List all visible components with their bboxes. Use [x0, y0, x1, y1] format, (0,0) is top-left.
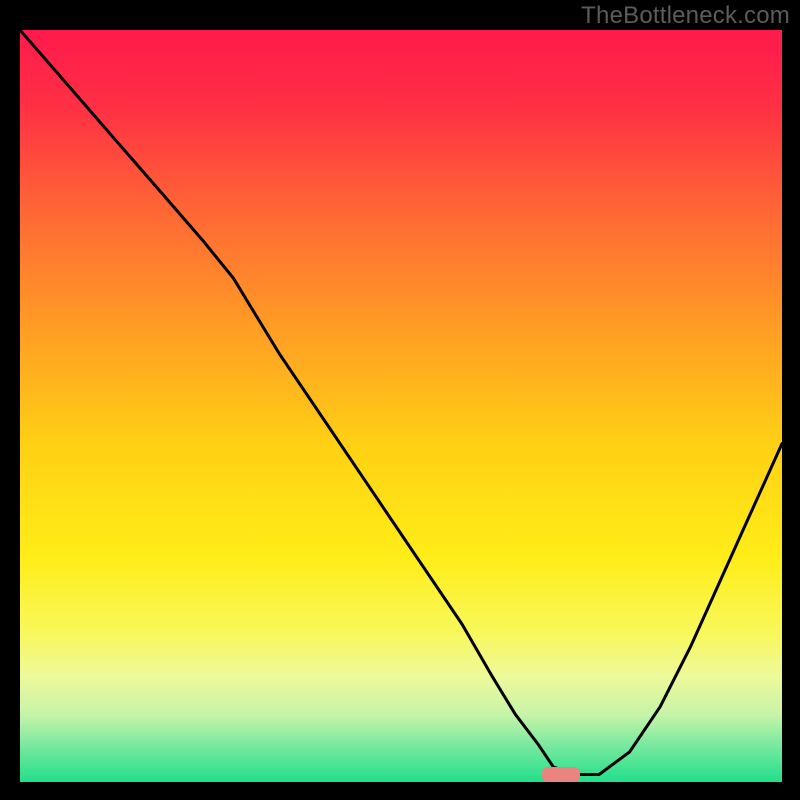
plot-area [20, 30, 782, 782]
gradient-background [20, 30, 782, 782]
chart-frame: TheBottleneck.com [0, 0, 800, 800]
chart-svg [20, 30, 782, 782]
optimal-point-marker [542, 767, 580, 782]
watermark-text: TheBottleneck.com [581, 2, 790, 30]
